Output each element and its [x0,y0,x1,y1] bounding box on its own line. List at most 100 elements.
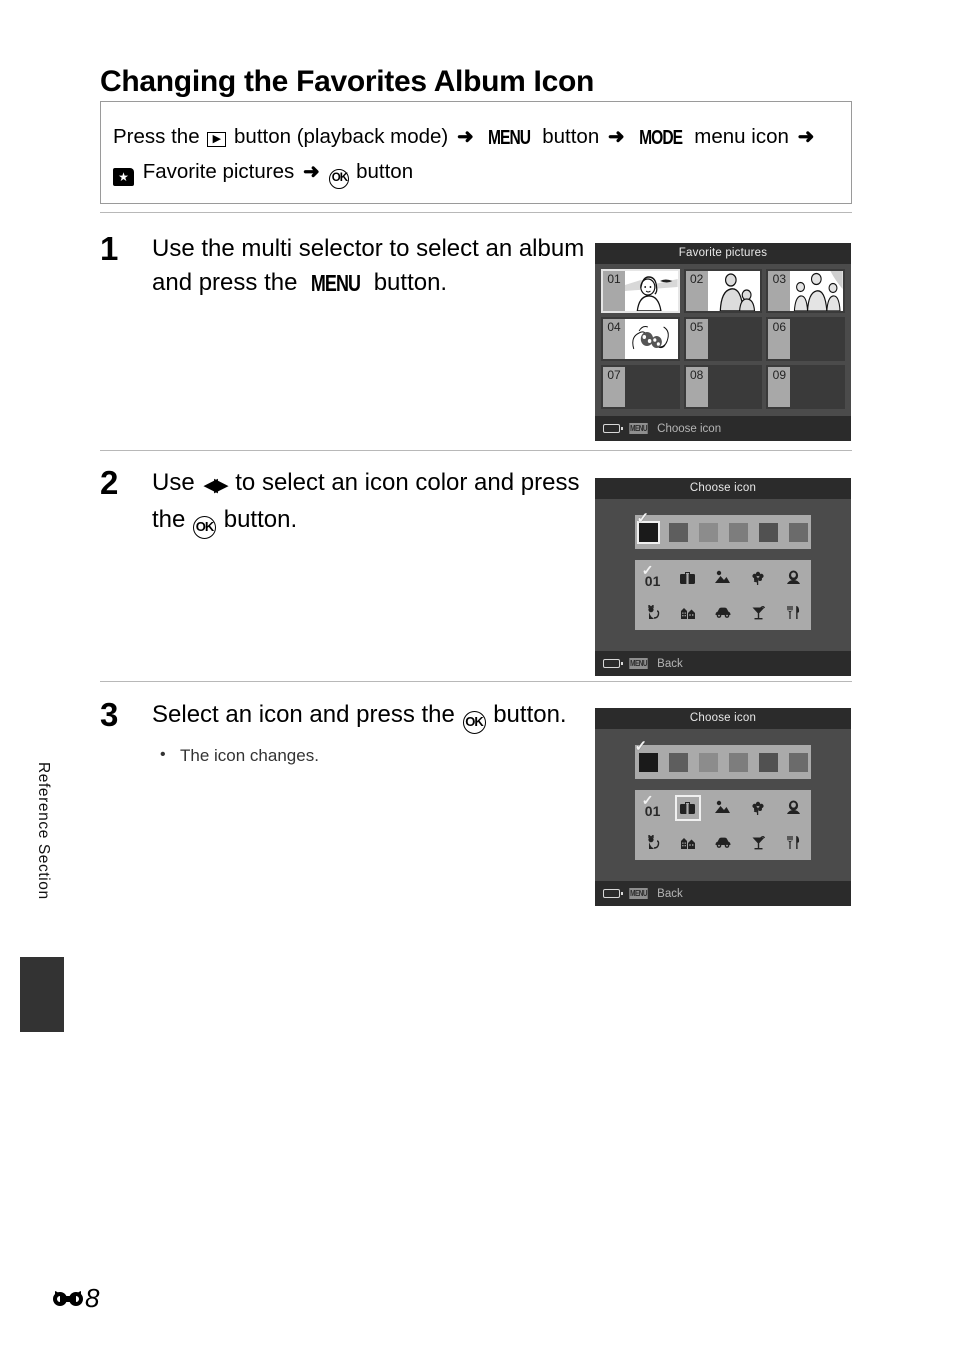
path-text-button-1: button [542,125,600,148]
portrait-icon-step2[interactable] [780,565,806,591]
page-title: Changing the Favorites Album Icon [100,65,595,99]
color-swatch-fill-4-step2 [758,522,778,542]
footer-page-indicator: 8 [52,1285,99,1311]
album-number-02: 02 [685,271,708,311]
step-1-text-after: button. [373,269,448,296]
favorites-folder-icon: ★ [113,168,134,186]
buildings-icon-step2[interactable] [675,600,701,626]
color-swatch-fill-5-step3 [788,752,808,772]
lcd-title-choose-icon-step3: Choose icon [595,708,851,729]
cutlery-icon-step3[interactable] [780,830,806,856]
color-swatch-panel-step2: ✓ [635,511,811,549]
step-3-text-after: button. [493,701,567,728]
color-swatch-2-step3[interactable] [697,751,720,774]
briefcase-icon-step2[interactable] [675,565,701,591]
album-number-07: 07 [603,367,625,407]
album-cell-04[interactable]: 04 [601,317,680,361]
briefcase-icon-step3[interactable] [674,794,701,821]
lcd-screen-choose-icon-selected: Choose icon ✓ ✓ 01 MENU Back [595,708,851,906]
path-text-press-the: Press the [113,125,200,148]
color-swatch-5-step2[interactable] [787,521,810,544]
color-swatch-1-step2[interactable] [667,521,690,544]
arrow-right-icon: ➜ [456,126,474,148]
lcd-body-choose-icon-step2: ✓ ✓ 01 [595,499,851,651]
album-number-09: 09 [768,367,791,407]
landscape-icon-step2[interactable] [710,565,736,591]
divider-top [100,212,852,213]
color-swatch-fill-5-step2 [788,522,808,542]
album-cell-06[interactable]: 06 [766,317,845,361]
cocktail-icon-step3[interactable] [745,830,771,856]
page-number-label: 8 [85,1283,100,1313]
step-2: 2 Use ◀▶ to select an icon color and pre… [100,466,590,539]
color-swatch-fill-2-step2 [698,522,718,542]
color-swatch-4-step3[interactable] [757,751,780,774]
flower-icon-step3[interactable] [745,795,771,821]
icon-choice-panel-step2: ✓ 01 [635,560,811,630]
color-swatch-fill-4-step3 [758,752,778,772]
lcd-footer-choose-icon-step3: MENU Back [595,881,851,906]
navigation-path-line-1: Press the ▶ button (playback mode) ➜ MEN… [113,120,839,155]
album-number-01-icon-step3[interactable]: ✓ 01 [640,791,666,821]
album-thumb-04 [625,319,678,359]
battery-icon-step3 [603,889,623,898]
album-cell-03[interactable]: 03 [766,269,845,313]
car-icon-step3[interactable] [710,830,736,856]
lcd-title-choose-icon-step2: Choose icon [595,478,851,499]
color-swatch-3-step2[interactable] [727,521,750,544]
step-1-number: 1 [100,230,119,267]
flower-icon-step2[interactable] [745,565,771,591]
color-swatch-5-step3[interactable] [787,751,810,774]
color-swatch-1-step3[interactable] [667,751,690,774]
reference-section-label: Reference Section [35,762,52,900]
album-thumb-07 [625,367,678,407]
album-cell-01[interactable]: 01 [601,269,680,313]
album-thumb-08 [707,367,761,407]
album-cell-08[interactable]: 08 [683,365,763,409]
color-swatch-fill-1-step3 [668,752,688,772]
portrait-icon-step3[interactable] [780,795,806,821]
ok-button-glyph: OK [329,169,350,189]
check-icon-01-step3: ✓ [641,791,654,808]
album-cell-02[interactable]: 02 [683,269,763,313]
album-cell-05[interactable]: 05 [683,317,763,361]
cat-icon-step3[interactable] [640,830,666,856]
color-swatch-4-step2[interactable] [757,521,780,544]
album-thumb-03 [790,271,843,311]
album-grid: 01 02 03 04 05 06 07 08 09 [601,269,845,409]
lcd-body-favorite-pictures: 01 02 03 04 05 06 07 08 09 [595,264,851,416]
lcd-footer-text-back-step2: Back [657,657,683,670]
arrow-right-icon-4: ➜ [302,161,320,183]
album-cell-07[interactable]: 07 [601,365,680,409]
multi-selector-left-right-icon: ◀▶ [203,475,228,496]
divider-step2-step3 [100,681,852,682]
step-2-text: Use ◀▶ to select an icon color and press… [152,466,590,539]
play-icon: ▶ [207,132,227,147]
step-3-ok-glyph: OK [462,711,486,734]
color-swatch-fill-2-step3 [698,752,718,772]
color-swatch-3-step3[interactable] [727,751,750,774]
step-2-number: 2 [100,464,119,501]
battery-icon [603,424,623,433]
step-1-text: Use the multi selector to select an albu… [152,232,590,300]
landscape-icon-step3[interactable] [710,795,736,821]
step-1-menu-glyph: MENU [311,270,361,296]
icon-choice-panel-step3: ✓ 01 [635,790,811,860]
mode-button-glyph: MODE [639,127,683,149]
color-swatch-0-step3[interactable]: ✓ [635,739,660,774]
album-number-06: 06 [768,319,791,359]
menu-badge-icon-step3: MENU [629,888,648,899]
album-number-01-icon-step2[interactable]: ✓ 01 [640,563,666,591]
cat-icon-step2[interactable] [640,600,666,626]
buildings-icon-step3[interactable] [675,830,701,856]
lcd-screen-choose-icon-color: Choose icon ✓ ✓ 01 MENU Back [595,478,851,676]
color-swatch-2-step2[interactable] [697,521,720,544]
car-icon-step2[interactable] [710,600,736,626]
album-number-08: 08 [685,367,708,407]
color-swatch-0-step2[interactable]: ✓ [636,511,660,544]
battery-icon-step2 [603,659,623,668]
cutlery-icon-step2[interactable] [780,600,806,626]
album-cell-09[interactable]: 09 [766,365,845,409]
album-thumb-01 [625,271,678,311]
cocktail-icon-step2[interactable] [745,600,771,626]
